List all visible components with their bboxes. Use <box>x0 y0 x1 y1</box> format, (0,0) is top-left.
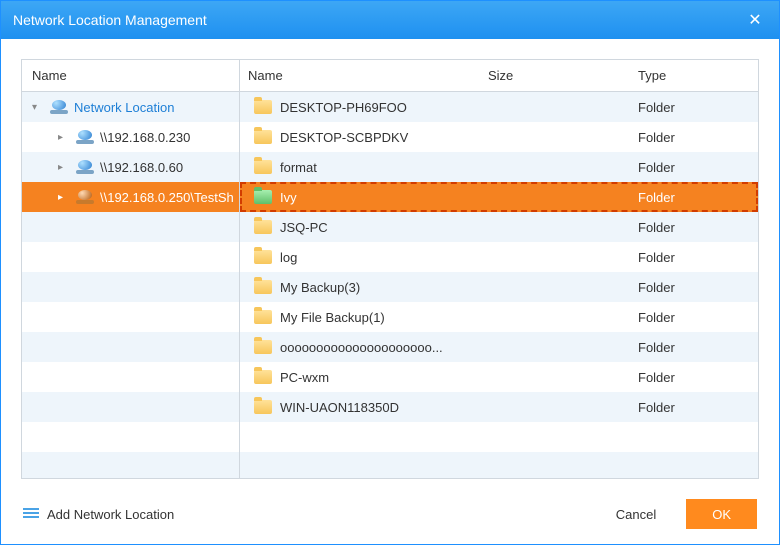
list-item-name: DESKTOP-SCBPDKV <box>280 130 408 145</box>
list-item-type: Folder <box>638 280 758 295</box>
footer: Add Network Location Cancel OK <box>1 484 779 544</box>
tree-item[interactable]: ▸ \\192.168.0.230 <box>22 122 239 152</box>
list-row[interactable]: My Backup(3) Folder <box>240 272 758 302</box>
folder-icon <box>254 220 272 234</box>
tree-header-name: Name <box>32 68 67 83</box>
ok-button[interactable]: OK <box>686 499 757 529</box>
list-row[interactable]: format Folder <box>240 152 758 182</box>
list-item-type: Folder <box>638 370 758 385</box>
folder-icon <box>254 250 272 264</box>
empty-row <box>22 452 239 478</box>
empty-row <box>22 392 239 422</box>
list-row[interactable]: JSQ-PC Folder <box>240 212 758 242</box>
empty-row <box>22 242 239 272</box>
list-row[interactable]: ooooooooooooooooooooo... Folder <box>240 332 758 362</box>
list-row[interactable]: log Folder <box>240 242 758 272</box>
chevron-down-icon[interactable]: ▾ <box>32 102 46 113</box>
network-icon <box>76 160 94 174</box>
add-network-location-link[interactable]: Add Network Location <box>23 507 174 522</box>
tree-item[interactable]: ▸ \\192.168.0.60 <box>22 152 239 182</box>
empty-row <box>22 212 239 242</box>
chevron-right-icon[interactable]: ▸ <box>58 162 72 173</box>
list-item-name: WIN-UAON118350D <box>280 400 399 415</box>
folder-icon <box>254 370 272 384</box>
cancel-button[interactable]: Cancel <box>590 499 682 529</box>
window: Network Location Management ✕ Name ▾ Net… <box>0 0 780 545</box>
list-item-type: Folder <box>638 160 758 175</box>
folder-icon <box>254 310 272 324</box>
empty-row <box>22 362 239 392</box>
network-icon <box>50 100 68 114</box>
add-link-label: Add Network Location <box>47 507 174 522</box>
tree-root-label: Network Location <box>74 100 174 115</box>
folder-icon <box>254 100 272 114</box>
empty-row <box>22 302 239 332</box>
chevron-right-icon[interactable]: ▸ <box>58 192 72 203</box>
list-item-name: format <box>280 160 317 175</box>
list-item-type: Folder <box>638 130 758 145</box>
list-row[interactable]: Ivy Folder <box>240 182 758 212</box>
folder-icon <box>254 190 272 204</box>
col-header-type[interactable]: Type <box>638 68 758 83</box>
tree-item[interactable]: ▸ \\192.168.0.250\TestSh <box>22 182 239 212</box>
network-icon <box>76 190 94 204</box>
folder-icon <box>254 340 272 354</box>
list-panel: Name Size Type DESKTOP-PH69FOOFolderDESK… <box>240 60 758 478</box>
list-item-name: PC-wxm <box>280 370 329 385</box>
col-header-size[interactable]: Size <box>488 68 638 83</box>
titlebar: Network Location Management ✕ <box>1 1 779 39</box>
list-item-name: My File Backup(1) <box>280 310 385 325</box>
list-item-type: Folder <box>638 250 758 265</box>
body: Name ▾ Network Location ▸ \\192.168.0.230… <box>1 39 779 479</box>
tree-body: ▾ Network Location ▸ \\192.168.0.230 ▸ \\19… <box>22 92 239 478</box>
tree-root[interactable]: ▾ Network Location <box>22 92 239 122</box>
tree-item-label: \\192.168.0.230 <box>100 130 190 145</box>
list-item-type: Folder <box>638 220 758 235</box>
folder-icon <box>254 160 272 174</box>
list-row[interactable]: DESKTOP-SCBPDKV Folder <box>240 122 758 152</box>
close-icon[interactable]: ✕ <box>743 10 767 30</box>
list-item-name: My Backup(3) <box>280 280 360 295</box>
list-item-name: ooooooooooooooooooooo... <box>280 340 443 355</box>
list-body: DESKTOP-PH69FOO Folder DESKTOP-SCBPDKV Fold… <box>240 92 758 478</box>
tree-item-label: \\192.168.0.250\TestSh <box>100 190 234 205</box>
empty-row <box>240 452 758 478</box>
col-header-name[interactable]: Name <box>240 68 488 83</box>
tree-item-label: \\192.168.0.60 <box>100 160 183 175</box>
list-item-name: DESKTOP-PH69FOO <box>280 100 407 115</box>
list-item-name: log <box>280 250 297 265</box>
list-item-type: Folder <box>638 400 758 415</box>
folder-icon <box>254 280 272 294</box>
tree-panel: Name ▾ Network Location ▸ \\192.168.0.230… <box>22 60 240 478</box>
list-row[interactable]: PC-wxm Folder <box>240 362 758 392</box>
window-title: Network Location Management <box>13 12 743 28</box>
list-item-name: Ivy <box>280 190 297 205</box>
panels: Name ▾ Network Location ▸ \\192.168.0.230… <box>21 59 759 479</box>
tree-header: Name <box>22 60 239 92</box>
list-item-type: Folder <box>638 310 758 325</box>
empty-row <box>240 422 758 452</box>
list-header: Name Size Type <box>240 60 758 92</box>
empty-row <box>22 272 239 302</box>
list-row[interactable]: DESKTOP-PH69FOO Folder <box>240 92 758 122</box>
chevron-right-icon[interactable]: ▸ <box>58 132 72 143</box>
list-row[interactable]: My File Backup(1) Folder <box>240 302 758 332</box>
folder-icon <box>254 130 272 144</box>
empty-row <box>22 422 239 452</box>
list-item-type: Folder <box>638 100 758 115</box>
empty-row <box>22 332 239 362</box>
list-icon <box>23 508 39 520</box>
list-item-name: JSQ-PC <box>280 220 328 235</box>
list-item-type: Folder <box>638 190 758 205</box>
list-item-type: Folder <box>638 340 758 355</box>
folder-icon <box>254 400 272 414</box>
network-icon <box>76 130 94 144</box>
list-row[interactable]: WIN-UAON118350D Folder <box>240 392 758 422</box>
